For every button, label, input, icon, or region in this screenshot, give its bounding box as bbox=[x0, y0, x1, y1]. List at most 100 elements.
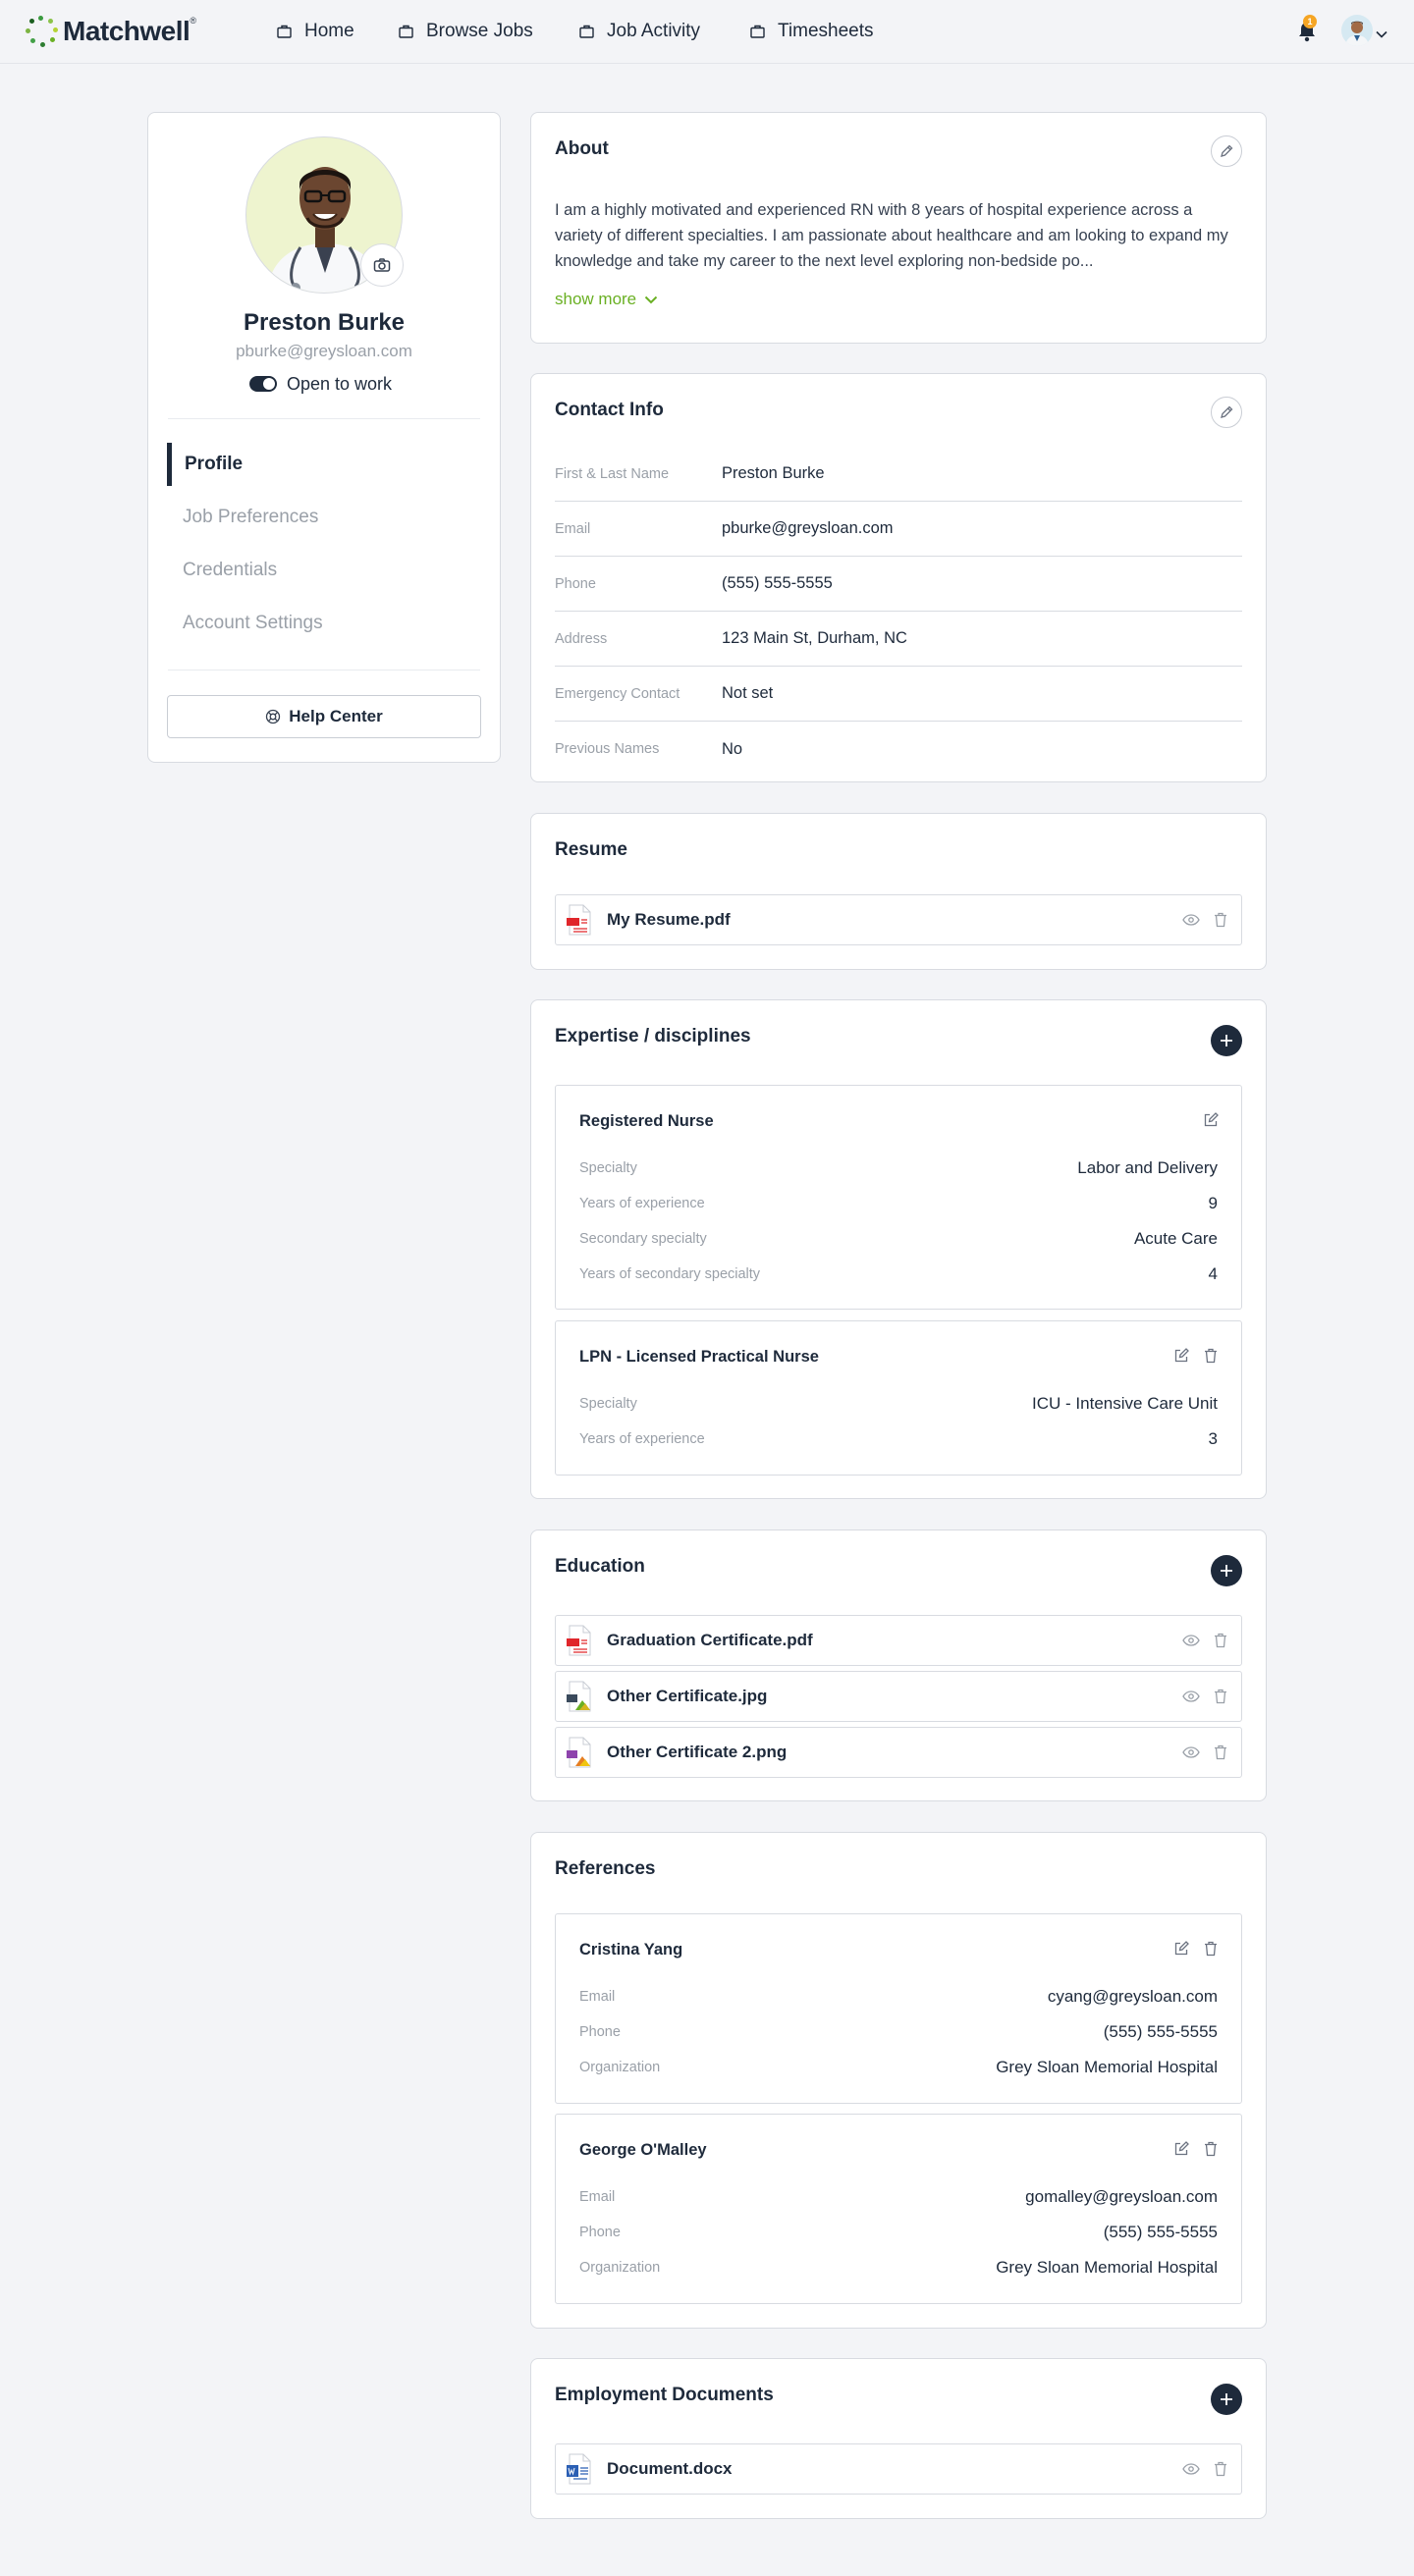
trash-icon[interactable] bbox=[1212, 1688, 1229, 1705]
employment-title: Employment Documents bbox=[555, 2385, 774, 2405]
divider bbox=[168, 418, 480, 419]
field-label: Years of secondary specialty bbox=[579, 1266, 761, 1282]
file-row[interactable]: Graduation Certificate.pdf bbox=[555, 1615, 1242, 1666]
divider bbox=[168, 670, 480, 671]
plus-icon bbox=[1221, 1035, 1232, 1046]
resume-card: Resume My Resume.pdf bbox=[530, 813, 1267, 970]
about-title: About bbox=[555, 138, 609, 159]
field-value: Grey Sloan Memorial Hospital bbox=[996, 2258, 1218, 2277]
add-document-button[interactable] bbox=[1211, 2384, 1242, 2415]
brand-logo[interactable]: Matchwell® bbox=[24, 14, 196, 49]
nav-home-label: Home bbox=[304, 21, 354, 41]
camera-icon bbox=[373, 258, 391, 272]
resume-title: Resume bbox=[555, 839, 627, 860]
sidebar-item-label: Profile bbox=[185, 454, 244, 474]
trash-icon[interactable] bbox=[1212, 2460, 1229, 2478]
contact-value: pburke@greysloan.com bbox=[722, 519, 894, 537]
sidebar-item-job-preferences[interactable]: Job Preferences bbox=[167, 496, 481, 539]
contact-row-name: First & Last Name Preston Burke bbox=[555, 447, 1242, 502]
open-to-work-toggle[interactable]: Open to work bbox=[249, 373, 392, 395]
nav-browse-jobs[interactable]: Browse Jobs bbox=[399, 20, 533, 43]
file-name: Document.docx bbox=[607, 2459, 733, 2478]
references-card: References Cristina Yang Email cyang@grey… bbox=[530, 1832, 1267, 2329]
chevron-down-icon[interactable] bbox=[1376, 26, 1387, 43]
reference-item: George O'Malley Email gomalley@greysloan.… bbox=[555, 2114, 1242, 2304]
trash-icon[interactable] bbox=[1212, 1632, 1229, 1649]
edit-icon[interactable] bbox=[1172, 1347, 1190, 1365]
contact-label: Phone bbox=[555, 575, 596, 592]
contact-row-emergency: Emergency Contact Not set bbox=[555, 667, 1242, 722]
trash-icon[interactable] bbox=[1212, 911, 1229, 929]
reference-field: Phone (555) 555-5555 bbox=[579, 2021, 1218, 2043]
field-value: Grey Sloan Memorial Hospital bbox=[996, 2058, 1218, 2076]
eye-icon[interactable] bbox=[1182, 2460, 1200, 2478]
add-expertise-button[interactable] bbox=[1211, 1025, 1242, 1056]
profile-name: Preston Burke bbox=[243, 309, 406, 336]
education-card: Education Graduation Certificate.pdf Oth… bbox=[530, 1530, 1267, 1801]
logo-mark-icon bbox=[24, 14, 59, 49]
edit-about-button[interactable] bbox=[1211, 135, 1242, 167]
contact-label: Address bbox=[555, 630, 608, 647]
edit-icon[interactable] bbox=[1202, 1111, 1220, 1129]
file-row[interactable]: Other Certificate.jpg bbox=[555, 1671, 1242, 1722]
reference-field: Email cyang@greysloan.com bbox=[579, 1986, 1218, 2008]
show-more-label: show more bbox=[555, 290, 637, 308]
employment-documents-card: Employment Documents Document.docx bbox=[530, 2358, 1267, 2519]
field-label: Organization bbox=[579, 2060, 661, 2075]
file-row[interactable]: My Resume.pdf bbox=[555, 894, 1242, 945]
brand-name: Matchwell® bbox=[63, 16, 196, 46]
field-label: Email bbox=[579, 1989, 616, 2005]
add-education-button[interactable] bbox=[1211, 1555, 1242, 1586]
help-center-button[interactable]: Help Center bbox=[167, 695, 481, 738]
user-avatar[interactable] bbox=[1341, 15, 1373, 46]
trash-icon[interactable] bbox=[1202, 1347, 1220, 1365]
edit-icon[interactable] bbox=[1172, 2140, 1190, 2158]
file-row[interactable]: Document.docx bbox=[555, 2443, 1242, 2495]
sidebar-item-label: Credentials bbox=[183, 560, 278, 580]
expertise-field: Years of experience 9 bbox=[579, 1193, 1218, 1214]
change-photo-button[interactable] bbox=[360, 243, 404, 287]
file-row[interactable]: Other Certificate 2.png bbox=[555, 1727, 1242, 1778]
briefcase-icon bbox=[277, 25, 292, 38]
pencil-icon bbox=[1221, 144, 1233, 157]
contact-value: 123 Main St, Durham, NC bbox=[722, 629, 907, 647]
eye-icon[interactable] bbox=[1182, 1688, 1200, 1705]
contact-value: No bbox=[722, 739, 743, 758]
eye-icon[interactable] bbox=[1182, 1632, 1200, 1649]
pdf-file-icon bbox=[566, 1625, 593, 1656]
nav-timesheets[interactable]: Timesheets bbox=[750, 20, 874, 43]
toggle-switch[interactable] bbox=[249, 376, 277, 392]
image-file-icon bbox=[566, 1737, 593, 1768]
sidebar-item-account-settings[interactable]: Account Settings bbox=[167, 602, 481, 645]
contact-info-card: Contact Info First & Last Name Preston B… bbox=[530, 373, 1267, 782]
about-card: About I am a highly motivated and experi… bbox=[530, 112, 1267, 344]
file-name: Other Certificate 2.png bbox=[607, 1743, 788, 1761]
trash-icon[interactable] bbox=[1212, 1744, 1229, 1761]
show-more-link[interactable]: show more bbox=[555, 290, 658, 309]
education-title: Education bbox=[555, 1556, 645, 1577]
sidebar-item-profile[interactable]: Profile bbox=[167, 443, 481, 486]
contact-value: Not set bbox=[722, 684, 774, 702]
field-value: (555) 555-5555 bbox=[1103, 2022, 1218, 2041]
file-name: Graduation Certificate.pdf bbox=[607, 1631, 813, 1649]
expertise-field: Years of experience 3 bbox=[579, 1428, 1218, 1450]
eye-icon[interactable] bbox=[1182, 911, 1200, 929]
word-file-icon bbox=[566, 2453, 593, 2485]
reference-item: Cristina Yang Email cyang@greysloan.com P… bbox=[555, 1913, 1242, 2104]
nav-job-activity[interactable]: Job Activity bbox=[579, 20, 700, 43]
chevron-down-icon bbox=[644, 295, 658, 303]
contact-row-email: Email pburke@greysloan.com bbox=[555, 502, 1242, 557]
trash-icon[interactable] bbox=[1202, 2140, 1220, 2158]
eye-icon[interactable] bbox=[1182, 1744, 1200, 1761]
field-value: 4 bbox=[1208, 1264, 1218, 1283]
trash-icon[interactable] bbox=[1202, 1940, 1220, 1958]
nav-home[interactable]: Home bbox=[277, 20, 354, 43]
expertise-field: Specialty ICU - Intensive Care Unit bbox=[579, 1393, 1218, 1415]
field-label: Email bbox=[579, 2189, 616, 2205]
edit-icon[interactable] bbox=[1172, 1940, 1190, 1958]
field-label: Organization bbox=[579, 2260, 661, 2276]
sidebar-item-credentials[interactable]: Credentials bbox=[167, 549, 481, 592]
edit-contact-button[interactable] bbox=[1211, 397, 1242, 428]
references-title: References bbox=[555, 1858, 656, 1879]
expertise-field: Years of secondary specialty 4 bbox=[579, 1263, 1218, 1285]
